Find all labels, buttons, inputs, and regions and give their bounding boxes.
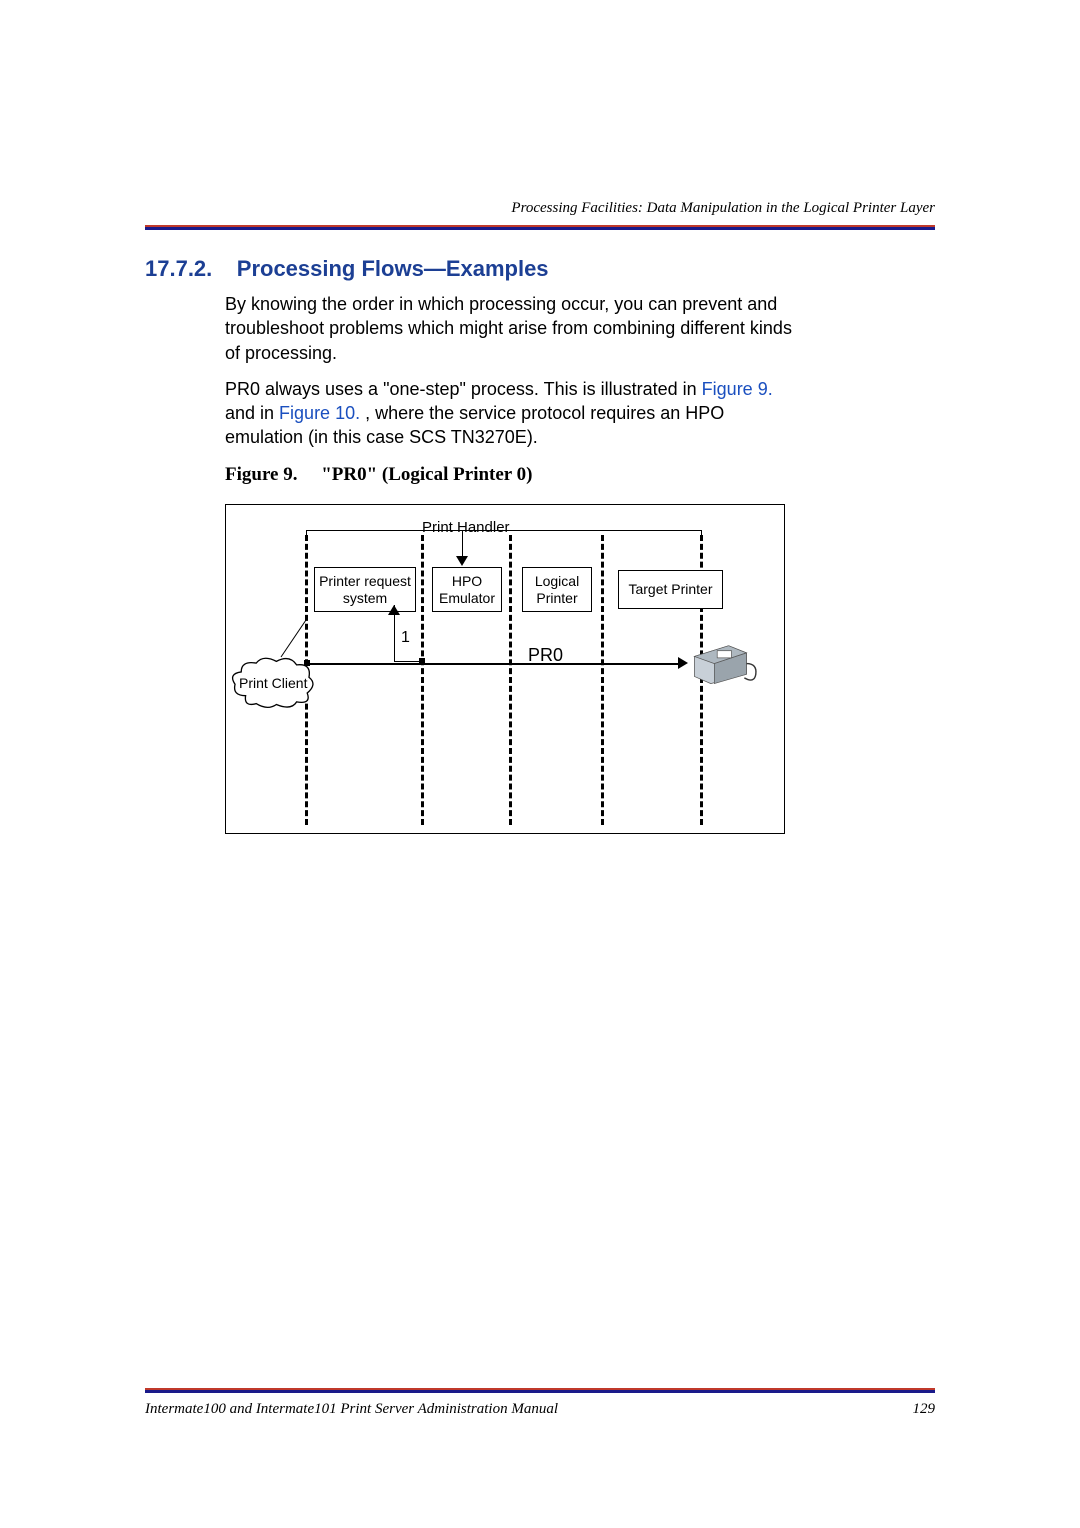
- figure-caption-title: "PR0" (Logical Printer 0): [321, 464, 532, 485]
- arrow-down-icon: [456, 556, 468, 566]
- footer-rule: [145, 1388, 935, 1393]
- printer-request-system-text: Printer request system: [319, 573, 411, 606]
- page-footer: Intermate100 and Intermate101 Print Serv…: [145, 1388, 935, 1418]
- body-block: By knowing the order in which processing…: [225, 292, 795, 834]
- header-rule: [145, 225, 935, 230]
- target-printer-text: Target Printer: [628, 581, 712, 597]
- pr0-start-node: [304, 660, 310, 666]
- p2-part-b: and in: [225, 403, 279, 423]
- rail-2: [421, 535, 424, 825]
- figure-caption-label: Figure 9.: [225, 464, 297, 485]
- pr0-path: [306, 663, 682, 665]
- printer-icon: [684, 635, 759, 685]
- hpo-emulator-box: HPO Emulator: [432, 567, 502, 613]
- footer-page-number: 129: [913, 1401, 936, 1418]
- section-title: Processing Flows—Examples: [237, 256, 549, 281]
- figure-diagram: Print Handler Printer request system HPO…: [225, 504, 785, 834]
- p2-part-a: PR0 always uses a "one-step" process. Th…: [225, 379, 702, 399]
- rail-3: [509, 535, 512, 825]
- pr0-label: PR0: [528, 645, 563, 666]
- section-heading: 17.7.2. Processing Flows—Examples: [145, 256, 935, 282]
- printer-request-system-box: Printer request system: [314, 567, 416, 613]
- logical-printer-box: Logical Printer: [522, 567, 592, 613]
- paragraph-2: PR0 always uses a "one-step" process. Th…: [225, 377, 795, 450]
- target-printer-box: Target Printer: [618, 570, 723, 609]
- section-number: 17.7.2.: [145, 256, 212, 281]
- hpo-emulator-text: HPO Emulator: [439, 573, 495, 606]
- pr0-arrow-icon: [678, 657, 688, 669]
- rail-4: [601, 535, 604, 825]
- running-head: Processing Facilities: Data Manipulation…: [145, 200, 935, 217]
- step1-label: 1: [401, 629, 410, 647]
- figure-caption: Figure 9. "PR0" (Logical Printer 0): [225, 464, 795, 486]
- logical-printer-text: Logical Printer: [535, 573, 579, 606]
- print-client-label: Print Client: [239, 675, 307, 691]
- step1-hline: [394, 661, 422, 662]
- footer-manual-title: Intermate100 and Intermate101 Print Serv…: [145, 1401, 558, 1418]
- paragraph-1: By knowing the order in which processing…: [225, 292, 795, 365]
- step1-arrow-icon: [388, 605, 400, 615]
- print-client-cloud: Print Client: [228, 655, 316, 710]
- figure-10-link[interactable]: Figure 10.: [279, 403, 360, 423]
- print-handler-label: Print Handler: [422, 519, 510, 536]
- figure-9-link[interactable]: Figure 9.: [702, 379, 773, 399]
